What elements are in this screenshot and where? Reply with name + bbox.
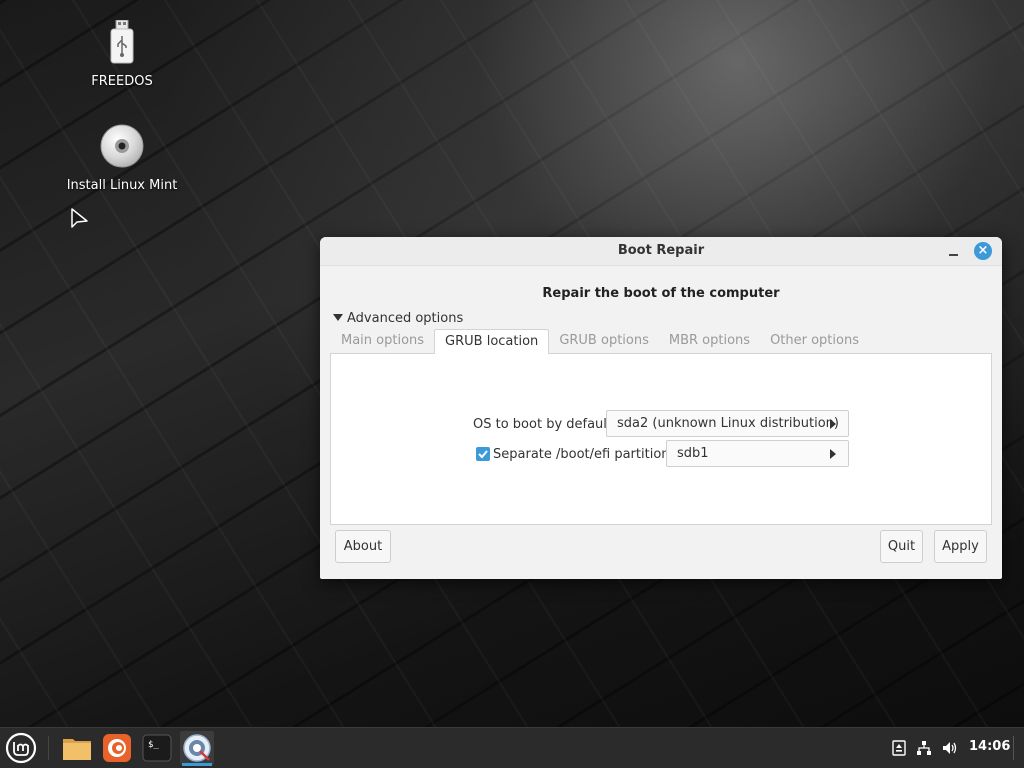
desktop-icon-freedos[interactable]: FREEDOS	[62, 19, 182, 89]
taskbar-separator	[48, 736, 49, 760]
svg-text:$_: $_	[148, 740, 159, 750]
active-indicator	[182, 763, 212, 766]
efi-partition-dropdown[interactable]: sdb1	[666, 440, 849, 467]
efi-partition-value: sdb1	[677, 446, 709, 461]
minimize-button[interactable]	[946, 243, 962, 259]
tab-mbr-options[interactable]: MBR options	[659, 329, 760, 353]
desktop-icon-label: Install Linux Mint	[66, 178, 178, 193]
updates-icon	[892, 740, 906, 756]
optical-disc-icon	[62, 124, 182, 172]
grub-location-panel: OS to boot by default: sda2 (unknown Lin…	[330, 353, 992, 525]
menu-button[interactable]	[4, 731, 38, 765]
tab-grub-location[interactable]: GRUB location	[434, 329, 550, 354]
network-icon	[917, 741, 931, 755]
files-launcher[interactable]	[60, 731, 94, 765]
volume-tray[interactable]	[942, 740, 958, 756]
firefox-launcher[interactable]	[100, 731, 134, 765]
desktop-icon-label: FREEDOS	[91, 74, 153, 89]
taskbar: $_ 14:06	[0, 727, 1024, 768]
desktop: FREEDOS Install Linux Mint Boot Repair ×…	[0, 0, 1024, 768]
clock[interactable]: 14:06	[969, 739, 1010, 754]
update-manager-tray[interactable]	[891, 740, 907, 756]
advanced-options-expander[interactable]: Advanced options	[333, 311, 463, 326]
terminal-icon: $_	[142, 734, 172, 762]
tab-grub-options[interactable]: GRUB options	[549, 329, 659, 353]
tab-main-options[interactable]: Main options	[331, 329, 434, 353]
boot-repair-window: Boot Repair × Repair the boot of the com…	[320, 237, 1002, 579]
checkmark-icon	[478, 450, 488, 459]
volume-icon	[943, 742, 957, 754]
os-to-boot-dropdown[interactable]: sda2 (unknown Linux distribution)	[606, 410, 849, 437]
boot-repair-taskbar-button[interactable]	[180, 731, 214, 766]
desktop-icon-install-linux-mint[interactable]: Install Linux Mint	[62, 124, 182, 193]
apply-button[interactable]: Apply	[934, 530, 987, 563]
show-desktop-button[interactable]	[1013, 736, 1014, 760]
separate-efi-label[interactable]: Separate /boot/efi partition:	[493, 447, 674, 462]
menu-icon	[5, 732, 37, 764]
close-button[interactable]: ×	[974, 242, 992, 260]
tab-other-options[interactable]: Other options	[760, 329, 869, 353]
terminal-launcher[interactable]: $_	[140, 731, 174, 765]
advanced-options-label: Advanced options	[347, 311, 464, 326]
firefox-icon	[103, 734, 131, 762]
chevron-right-icon	[830, 419, 836, 429]
usb-drive-icon	[62, 19, 182, 68]
window-titlebar[interactable]: Boot Repair ×	[320, 237, 1002, 266]
window-title: Boot Repair	[617, 243, 705, 258]
mouse-pointer-icon	[70, 207, 90, 235]
boot-repair-icon	[183, 734, 211, 762]
os-to-boot-value: sda2 (unknown Linux distribution)	[617, 416, 839, 431]
window-heading: Repair the boot of the computer	[542, 286, 780, 301]
quit-button[interactable]: Quit	[880, 530, 923, 563]
network-tray[interactable]	[916, 740, 932, 756]
files-icon	[63, 739, 91, 760]
close-icon: ×	[977, 243, 989, 258]
chevron-right-icon	[830, 449, 836, 459]
about-button[interactable]: About	[335, 530, 391, 563]
triangle-down-icon	[333, 314, 343, 321]
os-to-boot-label: OS to boot by default:	[473, 417, 617, 432]
separate-efi-checkbox[interactable]	[476, 447, 490, 461]
tab-bar: Main options GRUB location GRUB options …	[331, 329, 869, 354]
